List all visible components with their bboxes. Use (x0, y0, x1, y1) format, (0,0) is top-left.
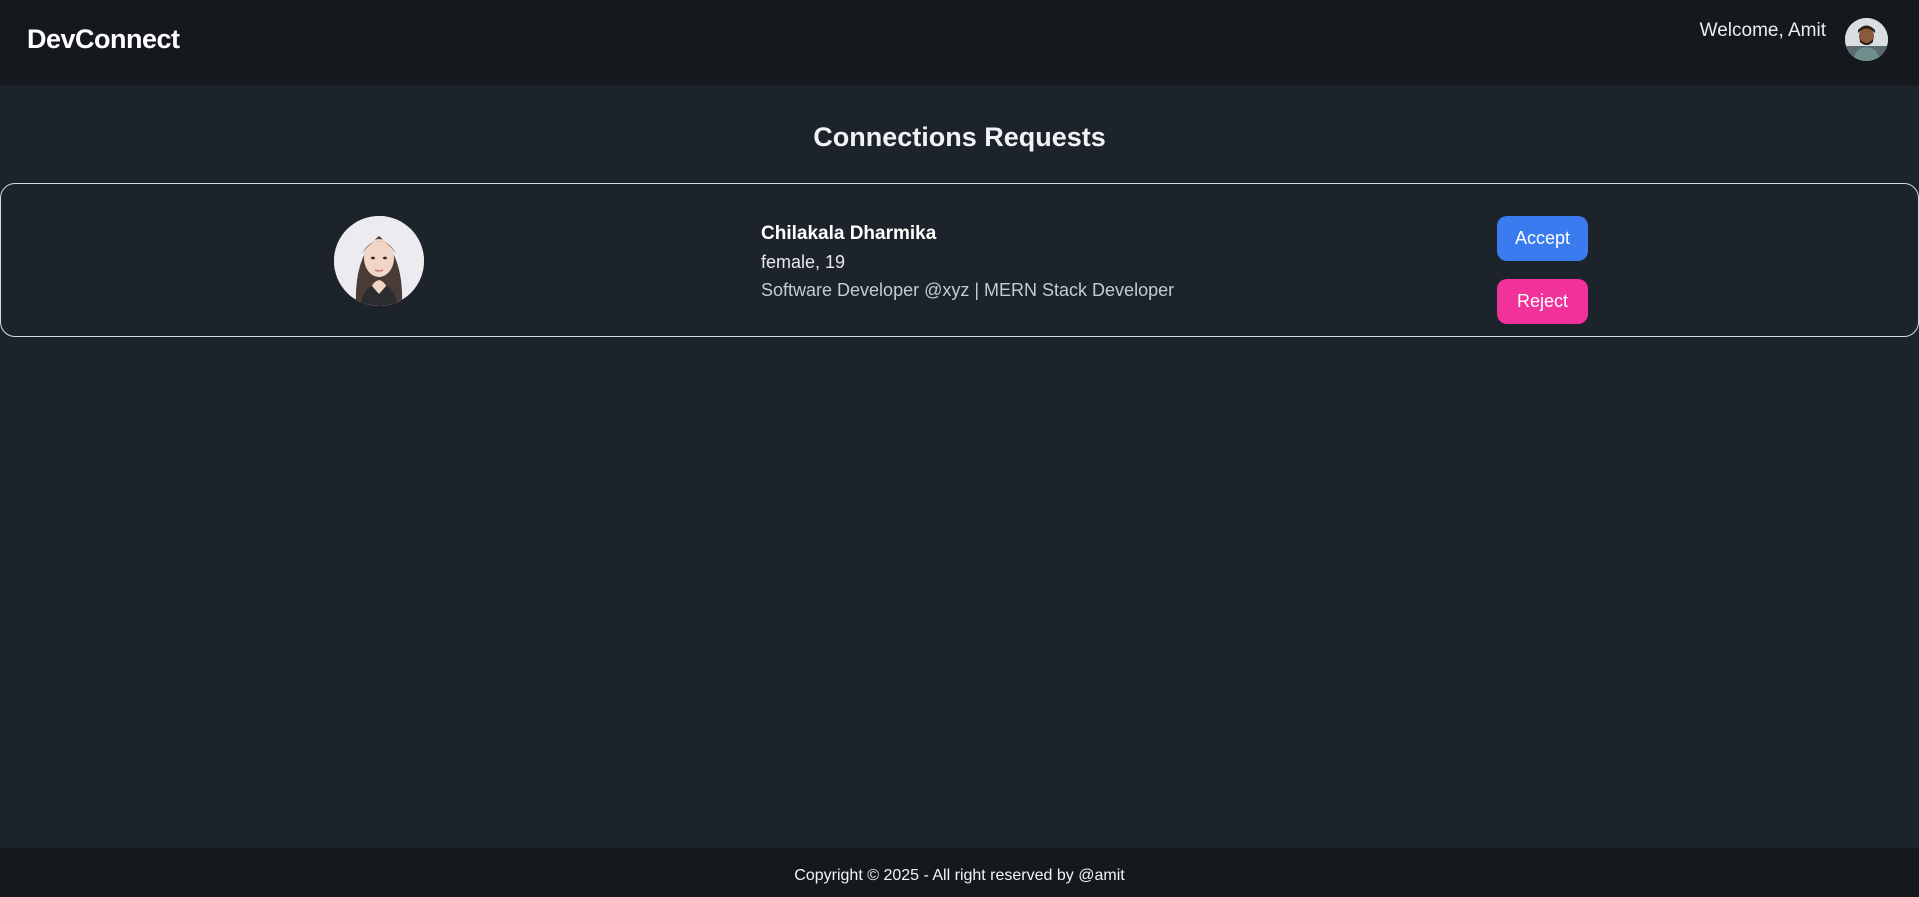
page-title: Connections Requests (813, 122, 1106, 152)
footer-copyright: Copyright © 2025 - All right reserved by… (794, 867, 1125, 884)
footer: Copyright © 2025 - All right reserved by… (0, 848, 1919, 897)
welcome-text: Welcome, Amit (1699, 20, 1826, 41)
request-gender-age: female, 19 (761, 252, 846, 272)
request-about: Software Developer @xyz | MERN Stack Dev… (761, 280, 1175, 300)
user-avatar[interactable] (1845, 18, 1888, 61)
request-avatar (334, 216, 424, 306)
accept-button[interactable]: Accept (1497, 216, 1588, 261)
reject-button[interactable]: Reject (1497, 279, 1588, 324)
user-avatar-icon (1845, 18, 1888, 61)
request-name: Chilakala Dharmika (761, 223, 937, 244)
profile-photo-icon (334, 216, 424, 306)
brand-logo[interactable]: DevConnect (27, 24, 180, 55)
navbar: DevConnect Welcome, Amit (0, 0, 1919, 85)
connection-request-card: Chilakala Dharmika female, 19 Software D… (0, 183, 1919, 337)
